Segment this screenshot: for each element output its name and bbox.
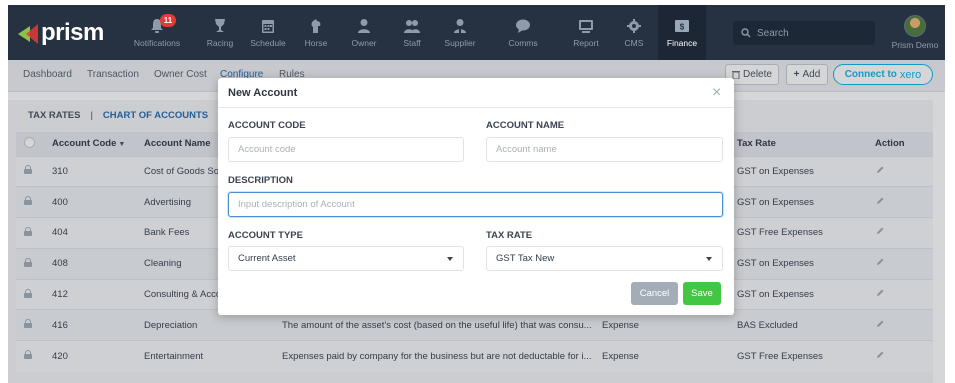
nav-label: Report bbox=[573, 37, 599, 48]
cancel-button[interactable]: Cancel bbox=[631, 282, 678, 305]
description-label: DESCRIPTION bbox=[228, 175, 293, 186]
chevron-down-icon bbox=[706, 257, 712, 261]
nav-label: Racing bbox=[206, 37, 234, 48]
nav-comms[interactable]: Comms bbox=[484, 5, 562, 60]
nav-label: Notifications bbox=[133, 37, 181, 48]
global-search[interactable] bbox=[733, 21, 875, 45]
account-code-field[interactable] bbox=[228, 137, 464, 162]
supplier-icon bbox=[454, 18, 466, 33]
main-menu: 11 Notifications Racing Schedule Horse O… bbox=[118, 5, 706, 60]
nav-supplier[interactable]: Supplier bbox=[436, 5, 484, 60]
chat-icon bbox=[516, 19, 530, 33]
brand-name: prism bbox=[41, 18, 104, 46]
people-icon bbox=[404, 19, 420, 33]
nav-label: Comms bbox=[508, 37, 538, 48]
horse-icon bbox=[311, 18, 321, 33]
nav-schedule[interactable]: Schedule bbox=[244, 5, 292, 60]
finance-icon: $ bbox=[675, 19, 689, 32]
svg-text:$: $ bbox=[680, 22, 685, 31]
nav-staff[interactable]: Staff bbox=[388, 5, 436, 60]
search-icon bbox=[741, 28, 751, 38]
calendar-icon bbox=[262, 19, 274, 33]
close-icon[interactable]: × bbox=[712, 85, 721, 101]
user-name: Prism Demo bbox=[891, 40, 939, 50]
dialog-header: New Account bbox=[218, 78, 734, 108]
nav-horse[interactable]: Horse bbox=[292, 5, 340, 60]
save-button[interactable]: Save bbox=[683, 282, 721, 305]
nav-cms[interactable]: CMS bbox=[610, 5, 658, 60]
new-account-dialog: New Account × ACCOUNT CODE ACCOUNT NAME … bbox=[218, 78, 734, 315]
account-name-field[interactable] bbox=[486, 137, 723, 162]
nav-label: Finance bbox=[666, 37, 698, 48]
nav-label: Staff bbox=[403, 37, 421, 48]
gear-icon bbox=[627, 18, 641, 33]
tax-rate-value: GST Tax New bbox=[496, 253, 555, 264]
person-icon bbox=[358, 18, 370, 33]
account-type-label: ACCOUNT TYPE bbox=[228, 230, 303, 241]
nav-racing[interactable]: Racing bbox=[196, 5, 244, 60]
account-name-label: ACCOUNT NAME bbox=[486, 120, 565, 131]
user-menu[interactable]: Prism Demo bbox=[885, 10, 945, 55]
nav-report[interactable]: Report bbox=[562, 5, 610, 60]
avatar bbox=[904, 15, 926, 37]
report-icon bbox=[579, 19, 593, 33]
search-input[interactable] bbox=[757, 27, 867, 39]
prism-logo[interactable]: prism bbox=[8, 5, 118, 60]
nav-owner[interactable]: Owner bbox=[340, 5, 388, 60]
nav-label: CMS bbox=[624, 37, 644, 48]
tax-rate-label: TAX RATE bbox=[486, 230, 533, 241]
nav-label: Horse bbox=[304, 37, 328, 48]
description-field[interactable] bbox=[228, 192, 723, 217]
account-type-select[interactable]: Current Asset bbox=[228, 246, 464, 271]
tax-rate-select[interactable]: GST Tax New bbox=[486, 246, 723, 271]
top-navigation: prism 11 Notifications Racing Schedule H… bbox=[8, 5, 945, 60]
prism-logo-icon bbox=[18, 22, 38, 44]
account-code-label: ACCOUNT CODE bbox=[228, 120, 306, 131]
dialog-title: New Account bbox=[228, 86, 298, 99]
nav-notifications[interactable]: 11 Notifications bbox=[118, 5, 196, 60]
trophy-icon bbox=[215, 18, 225, 32]
account-type-value: Current Asset bbox=[238, 253, 296, 264]
app-window: prism 11 Notifications Racing Schedule H… bbox=[0, 0, 945, 383]
notification-count-badge: 11 bbox=[160, 14, 176, 27]
nav-label: Owner bbox=[351, 37, 377, 48]
chevron-down-icon bbox=[447, 257, 453, 261]
nav-finance[interactable]: $ Finance bbox=[658, 5, 706, 60]
nav-label: Schedule bbox=[250, 37, 286, 48]
nav-label: Supplier bbox=[444, 37, 476, 48]
